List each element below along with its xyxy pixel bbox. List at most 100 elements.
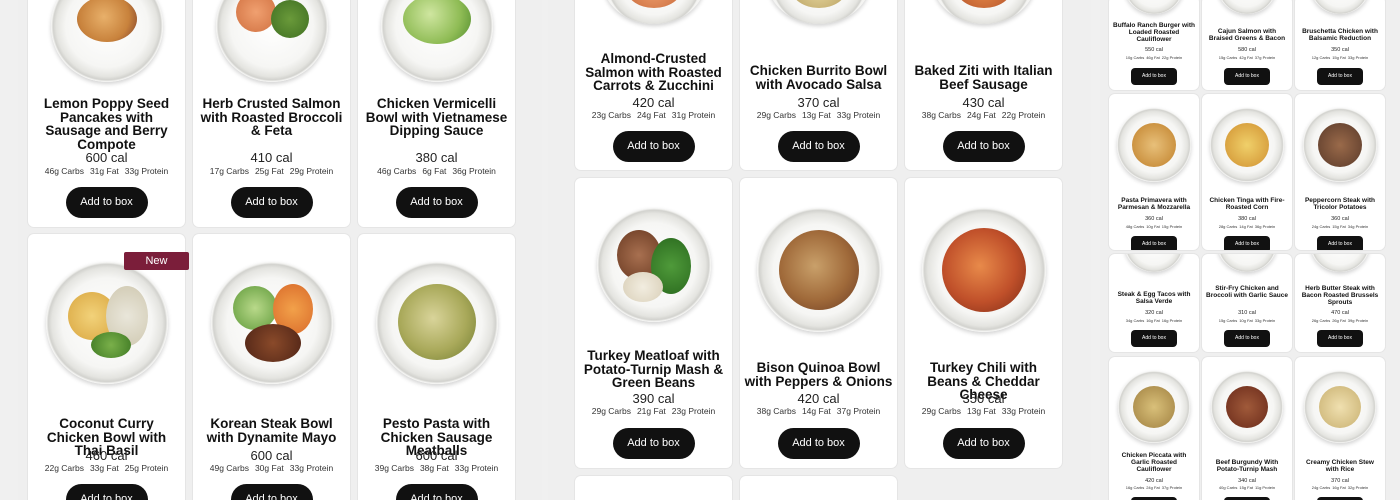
meal-card[interactable]: Almond-Crusted Salmon with Roasted Carro… bbox=[575, 0, 732, 170]
meal-macros: 29g Carbs 13g Fat 33g Protein bbox=[905, 406, 1062, 416]
carbs-value: 39g Carbs bbox=[374, 463, 414, 473]
protein-value: 33g Protein bbox=[1254, 318, 1276, 323]
fat-value: 10g Fat bbox=[1239, 318, 1253, 323]
add-to-box-button[interactable]: Add to box bbox=[1317, 68, 1363, 85]
meal-card[interactable]: Chicken Burrito Bowl with Avocado Salsa … bbox=[740, 0, 897, 170]
add-to-box-button[interactable]: Add to box bbox=[65, 187, 148, 218]
add-to-box-button[interactable]: Add to box bbox=[942, 428, 1025, 459]
meal-calories: 600 cal bbox=[85, 150, 128, 165]
protein-value: 22g Protein bbox=[1001, 110, 1046, 120]
meal-card[interactable]: Turkey Meatloaf with Potato-Turnip Mash … bbox=[575, 178, 732, 468]
fat-value: 14g Fat bbox=[801, 406, 831, 416]
carbs-value: 38g Carbs bbox=[756, 406, 796, 416]
add-to-box-button[interactable]: Add to box bbox=[1224, 330, 1270, 347]
meal-photo bbox=[756, 208, 881, 332]
meal-card[interactable]: Korean Steak Bowl with Dynamite Mayo 600… bbox=[193, 234, 350, 500]
add-to-box-button[interactable]: Add to box bbox=[1317, 236, 1363, 250]
add-to-box-button[interactable]: Add to box bbox=[612, 131, 695, 162]
carbs-value: 40g Carbs bbox=[1218, 485, 1238, 490]
meal-card[interactable]: Chicken Vermicelli Bowl with Vietnamese … bbox=[358, 0, 515, 227]
add-to-box-button[interactable]: Add to box bbox=[230, 187, 313, 218]
protein-value: 33g Protein bbox=[454, 463, 499, 473]
meal-calories: 470 cal bbox=[1331, 310, 1349, 316]
add-to-box-button[interactable]: Add to box bbox=[1131, 330, 1177, 347]
meal-card[interactable]: Lemon Poppy Seed Pancakes with Sausage a… bbox=[28, 0, 185, 227]
add-to-box-button[interactable]: Add to box bbox=[1131, 68, 1177, 85]
protein-value: 15g Protein bbox=[1161, 224, 1183, 229]
add-to-box-button[interactable]: Add to box bbox=[1317, 330, 1363, 347]
protein-value: 29g Protein bbox=[289, 166, 334, 176]
meal-macros: 49g Carbs 30g Fat 33g Protein bbox=[193, 463, 350, 473]
add-to-box-button[interactable]: Add to box bbox=[1224, 68, 1270, 85]
protein-value: 37g Protein bbox=[1254, 55, 1276, 60]
meal-name: Baked Ziti with Italian Beef Sausage bbox=[914, 63, 1053, 92]
meal-name: Herb Butter Steak with Bacon Roasted Bru… bbox=[1301, 285, 1379, 306]
carbs-value: 34g Carbs bbox=[1125, 318, 1145, 323]
protein-value: 22g Protein bbox=[1161, 55, 1183, 60]
meal-calories: 360 cal bbox=[1331, 216, 1349, 222]
meal-photo bbox=[1304, 371, 1376, 443]
carbs-value: 26g Carbs bbox=[1311, 318, 1331, 323]
meal-card[interactable]: Cajun Salmon with Braised Greens & Bacon… bbox=[1202, 0, 1292, 90]
meal-macros: 16g Carbs 24g Fat 37g Protein bbox=[1109, 485, 1199, 490]
protein-value: 25g Protein bbox=[124, 463, 169, 473]
protein-value: 33g Protein bbox=[1347, 55, 1369, 60]
meal-macros: 23g Carbs 24g Fat 31g Protein bbox=[575, 110, 732, 120]
add-to-box-button[interactable]: Add to box bbox=[777, 131, 860, 162]
meal-calories: 420 cal bbox=[1145, 478, 1163, 484]
meal-card[interactable]: Bruschetta Chicken with Balsamic Reducti… bbox=[1295, 0, 1385, 90]
meal-card[interactable]: Coconut Curry Chicken Bowl with Thai Bas… bbox=[28, 234, 185, 500]
meal-photo bbox=[1310, 0, 1370, 14]
meal-card[interactable]: Buffalo Ranch Burger with Loaded Roasted… bbox=[1109, 0, 1199, 90]
meal-photo bbox=[1303, 108, 1377, 182]
protein-value: 39g Protein bbox=[1347, 318, 1369, 323]
fat-value: 38g Fat bbox=[419, 463, 449, 473]
meal-name: Lemon Poppy Seed Pancakes with Sausage a… bbox=[43, 96, 170, 152]
meal-photo bbox=[931, 0, 1036, 24]
fat-value: 21g Fat bbox=[636, 406, 666, 416]
meal-card[interactable]: Baked Ziti with Italian Beef Sausage 430… bbox=[905, 0, 1062, 170]
meal-photo bbox=[210, 262, 333, 384]
add-to-box-button[interactable]: Add to box bbox=[1224, 236, 1270, 250]
add-to-box-button[interactable]: Add to box bbox=[395, 187, 478, 218]
meal-card[interactable]: Pesto Pasta with Chicken Sausage Meatbal… bbox=[358, 234, 515, 500]
meal-name: Almond-Crusted Salmon with Roasted Carro… bbox=[585, 51, 722, 93]
protein-value: 36g Protein bbox=[452, 166, 496, 176]
meal-card[interactable]: Turkey Chili with Beans & Cheddar Cheese… bbox=[905, 178, 1062, 468]
fat-value: 16g Fat bbox=[1332, 485, 1346, 490]
meal-calories: 370 cal bbox=[797, 95, 840, 110]
meal-calories: 390 cal bbox=[632, 391, 675, 406]
add-to-box-button[interactable]: Add to box bbox=[395, 484, 478, 500]
add-to-box-button[interactable]: Add to box bbox=[65, 484, 148, 500]
meal-card[interactable]: Stir-Fry Chicken and Broccoli with Garli… bbox=[1202, 254, 1292, 352]
meal-card[interactable]: Herb Butter Steak with Bacon Roasted Bru… bbox=[1295, 254, 1385, 352]
meal-card[interactable] bbox=[575, 476, 732, 500]
add-to-box-button[interactable]: Add to box bbox=[612, 428, 695, 459]
meal-card[interactable]: Bison Quinoa Bowl with Peppers & Onions … bbox=[740, 178, 897, 468]
meal-calories: 420 cal bbox=[632, 95, 675, 110]
meal-card[interactable]: Beef Burgundy With Potato-Turnip Mash 34… bbox=[1202, 357, 1292, 500]
carbs-value: 24g Carbs bbox=[1311, 224, 1331, 229]
meal-card[interactable]: Peppercorn Steak with Tricolor Potatoes … bbox=[1295, 94, 1385, 250]
meal-card[interactable]: Steak & Egg Tacos with Salsa Verde 320 c… bbox=[1109, 254, 1199, 352]
carbs-value: 46g Carbs bbox=[44, 166, 84, 176]
add-to-box-button[interactable]: Add to box bbox=[230, 484, 313, 500]
meal-card[interactable] bbox=[740, 476, 897, 500]
protein-value: 33g Protein bbox=[1001, 406, 1046, 416]
meal-card[interactable]: Herb Crusted Salmon with Roasted Broccol… bbox=[193, 0, 350, 227]
meal-name: Korean Steak Bowl with Dynamite Mayo bbox=[206, 416, 337, 445]
meal-card[interactable]: Pasta Primavera with Parmesan & Mozzarel… bbox=[1109, 94, 1199, 250]
carbs-value: 29g Carbs bbox=[591, 406, 631, 416]
add-to-box-button[interactable]: Add to box bbox=[1131, 236, 1177, 250]
meal-macros: 24g Carbs 16g Fat 32g Protein bbox=[1295, 485, 1385, 490]
add-to-box-button[interactable]: Add to box bbox=[777, 428, 860, 459]
meal-macros: 24g Carbs 15g Fat 34g Protein bbox=[1295, 224, 1385, 229]
add-to-box-button[interactable]: Add to box bbox=[942, 131, 1025, 162]
meal-name: Herb Crusted Salmon with Roasted Broccol… bbox=[200, 96, 343, 138]
meal-card[interactable]: Chicken Piccata with Garlic Roasted Caul… bbox=[1109, 357, 1199, 500]
meal-photo bbox=[1124, 0, 1184, 14]
carbs-value: 10g Carbs bbox=[1125, 55, 1145, 60]
meal-card[interactable]: Chicken Tinga with Fire-Roasted Corn 380… bbox=[1202, 94, 1292, 250]
meal-card[interactable]: Creamy Chicken Stew with Rice 370 cal 24… bbox=[1295, 357, 1385, 500]
meal-macros: 40g Carbs 15g Fat 11g Protein bbox=[1202, 485, 1292, 490]
